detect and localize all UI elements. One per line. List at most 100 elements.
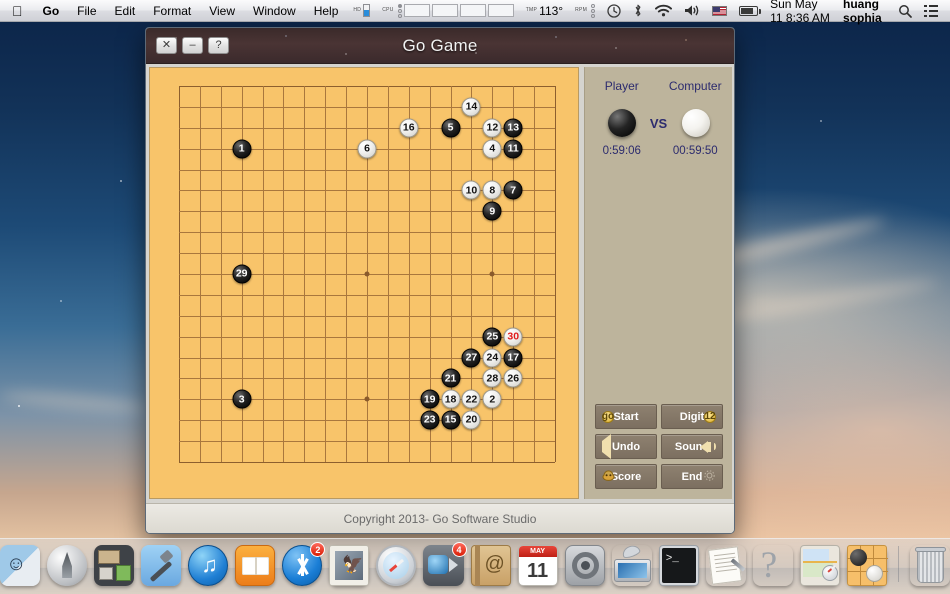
fan-monitor-widget[interactable]: RPM: [569, 0, 601, 22]
dock-item-mail[interactable]: 🦅: [329, 545, 369, 586]
menu-item-view[interactable]: View: [200, 0, 244, 22]
dock-item-calendar[interactable]: MAY11: [518, 545, 558, 586]
hd-monitor-widget[interactable]: HD: [347, 0, 376, 22]
go-stone[interactable]: 12: [483, 118, 502, 137]
go-stone[interactable]: 26: [504, 369, 523, 388]
window-title: Go Game: [146, 28, 734, 64]
dock-item-trash[interactable]: [910, 545, 950, 586]
volume-icon[interactable]: [678, 0, 706, 22]
go-stone[interactable]: 5: [441, 118, 460, 137]
go-stone[interactable]: 21: [441, 369, 460, 388]
go-stone[interactable]: 2: [483, 390, 502, 409]
grid-line-v: [555, 86, 556, 462]
notification-center-icon[interactable]: [918, 0, 944, 22]
go-stone[interactable]: 7: [504, 181, 523, 200]
go-stone[interactable]: 10: [462, 181, 481, 200]
score-icon: [602, 469, 615, 484]
go-board[interactable]: 1 14 16 5 1213 6 411 10879 29 2530 2724172826 21191…: [149, 67, 579, 499]
dock: ☺ ♫ 2 🦅 4@MAY11 >_?: [0, 538, 950, 594]
dock-item-textedit[interactable]: [706, 545, 746, 586]
go-stone[interactable]: 27: [462, 348, 481, 367]
bluetooth-icon[interactable]: [627, 0, 649, 22]
go-stone[interactable]: 15: [441, 411, 460, 430]
go-stone[interactable]: 1: [232, 139, 251, 158]
go-stone[interactable]: 4: [483, 139, 502, 158]
menu-item-edit[interactable]: Edit: [106, 0, 145, 22]
dock-item-facetime[interactable]: 4: [423, 545, 463, 586]
start-button-label: Start: [613, 411, 638, 423]
go-stone[interactable]: 14: [462, 97, 481, 116]
undo-button[interactable]: Undo: [595, 434, 657, 459]
dock-item-maps[interactable]: [800, 545, 840, 586]
dock-item-mission-control[interactable]: [94, 545, 134, 586]
menu-item-window[interactable]: Window: [244, 0, 305, 22]
go-stone[interactable]: 20: [462, 411, 481, 430]
dock-item-system-preferences[interactable]: [565, 545, 605, 586]
computer-stone-icon: [682, 109, 710, 137]
go-stone[interactable]: 16: [399, 118, 418, 137]
go-stone[interactable]: 24: [483, 348, 502, 367]
grid-line-v: [409, 86, 410, 462]
us-flag-icon[interactable]: [706, 0, 733, 22]
star-point: [490, 272, 495, 277]
menu-item-help[interactable]: Help: [305, 0, 348, 22]
go-coin-icon: go: [602, 411, 614, 423]
grid-line-h: [179, 462, 555, 463]
menu-item-format[interactable]: Format: [144, 0, 200, 22]
dock-item-remote-desktop[interactable]: [612, 545, 652, 586]
dock-item-xcode[interactable]: [141, 545, 181, 586]
sound-button[interactable]: Sound: [661, 434, 723, 459]
cpu-monitor-widget[interactable]: CPU: [376, 0, 519, 22]
clock-icon[interactable]: [601, 0, 627, 22]
window-titlebar[interactable]: ✕ – ? Go Game: [146, 28, 734, 64]
score-button[interactable]: Score: [595, 464, 657, 489]
dock-item-help[interactable]: ?: [753, 545, 793, 586]
end-button[interactable]: End: [661, 464, 723, 489]
go-stone[interactable]: 8: [483, 181, 502, 200]
dock-item-terminal[interactable]: >_: [659, 545, 699, 586]
go-stone[interactable]: 29: [232, 265, 251, 284]
go-game-window: ✕ – ? Go Game 11416512136411108792925302…: [145, 27, 735, 534]
dock-item-go-game[interactable]: [847, 545, 887, 586]
dock-item-itunes[interactable]: ♫: [188, 545, 228, 586]
go-stone[interactable]: 30: [504, 327, 523, 346]
go-stone[interactable]: 28: [483, 369, 502, 388]
go-stone[interactable]: 19: [420, 390, 439, 409]
fan-dots-icon: [591, 4, 595, 18]
go-stone[interactable]: 9: [483, 202, 502, 221]
wifi-icon[interactable]: [649, 0, 678, 22]
battery-icon[interactable]: [733, 0, 764, 22]
star: [120, 180, 122, 182]
go-stone[interactable]: 18: [441, 390, 460, 409]
fan-label: RPM: [575, 8, 587, 13]
dock-badge: 2: [310, 542, 325, 557]
star: [60, 300, 62, 302]
copyright-bar: Copyright 2013- Go Software Studio: [146, 503, 734, 533]
digit-button[interactable]: Digit 12: [661, 404, 723, 429]
go-stone[interactable]: 23: [420, 411, 439, 430]
go-stone[interactable]: 13: [504, 118, 523, 137]
dock-item-contacts[interactable]: @: [471, 545, 511, 586]
speaker-icon: [700, 441, 716, 453]
menu-item-go[interactable]: Go: [34, 0, 69, 22]
go-stone[interactable]: 25: [483, 327, 502, 346]
dock-item-finder[interactable]: ☺: [0, 545, 40, 586]
dock-item-app-store[interactable]: 2: [282, 545, 322, 586]
search-icon[interactable]: [892, 0, 918, 22]
dock-item-ibooks[interactable]: [235, 545, 275, 586]
apple-menu-icon[interactable]: : [0, 0, 34, 22]
menu-item-file[interactable]: File: [68, 0, 105, 22]
menubar-user[interactable]: huang sophia: [837, 0, 892, 22]
player-stone-icon: [608, 109, 636, 137]
temperature-indicator[interactable]: TMP 113°: [520, 0, 569, 22]
go-stone[interactable]: 6: [358, 139, 377, 158]
menubar-clock[interactable]: Sun May 11 8:36 AM: [764, 0, 837, 22]
go-stone[interactable]: 11: [504, 139, 523, 158]
go-stone[interactable]: 22: [462, 390, 481, 409]
info-panel: Player Computer VS 0:59:06 00:59:50 go S…: [584, 67, 732, 499]
dock-item-launchpad[interactable]: [47, 545, 87, 586]
dock-item-safari[interactable]: [376, 545, 416, 586]
start-button[interactable]: go Start: [595, 404, 657, 429]
go-stone[interactable]: 17: [504, 348, 523, 367]
go-stone[interactable]: 3: [232, 390, 251, 409]
